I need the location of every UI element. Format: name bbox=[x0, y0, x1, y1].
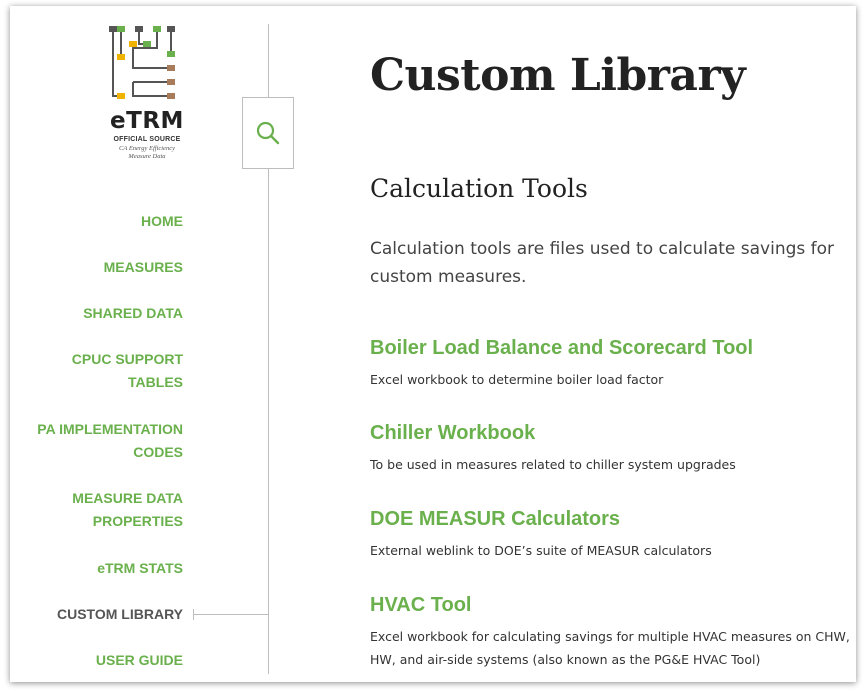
tool-item: HVAC Tool Excel workbook for calculating… bbox=[370, 593, 850, 671]
tool-item: Boiler Load Balance and Scorecard Tool E… bbox=[370, 336, 850, 391]
tool-description: Excel workbook to determine boiler load … bbox=[370, 372, 664, 387]
nav-item-user-guide-label[interactable]: USER GUIDE bbox=[96, 649, 183, 672]
nav-item-pa-line2[interactable]: CODES bbox=[133, 441, 183, 464]
nav-item-pa-line1[interactable]: PA IMPLEMENTATION bbox=[37, 418, 183, 441]
page-frame: eTRM OFFICIAL SOURCE CA Energy Efficienc… bbox=[10, 6, 856, 682]
circuit-logo-icon bbox=[109, 26, 175, 99]
etrm-logo[interactable]: eTRM OFFICIAL SOURCE CA Energy Efficienc… bbox=[107, 24, 187, 160]
section-title: Calculation Tools bbox=[370, 174, 588, 203]
section-intro: Calculation tools are files used to calc… bbox=[370, 239, 835, 287]
search-icon bbox=[256, 121, 280, 145]
tool-link[interactable]: Chiller Workbook bbox=[370, 421, 850, 445]
nav-item-measures-label[interactable]: MEASURES bbox=[104, 256, 183, 279]
nav-item-custom-library-label[interactable]: CUSTOM LIBRARY bbox=[57, 603, 183, 626]
search-button[interactable] bbox=[242, 97, 294, 169]
tool-item: DOE MEASUR Calculators External weblink … bbox=[370, 507, 850, 562]
tool-link[interactable]: HVAC Tool bbox=[370, 593, 850, 617]
nav-item-cpuc-line2[interactable]: TABLES bbox=[128, 371, 183, 394]
logo-official-source: OFFICIAL SOURCE bbox=[113, 136, 181, 143]
tool-link[interactable]: DOE MEASUR Calculators bbox=[370, 507, 850, 531]
logo-wordmark: eTRM bbox=[110, 108, 184, 134]
nav-item-cpuc-line1[interactable]: CPUC SUPPORT bbox=[72, 348, 183, 371]
tool-description: To be used in measures related to chille… bbox=[370, 457, 736, 472]
nav-item-shared-data-label[interactable]: SHARED DATA bbox=[83, 302, 183, 325]
active-nav-indicator bbox=[193, 609, 269, 620]
logo-subtitle: CA Energy Efficiency Measure Data bbox=[107, 145, 187, 161]
logo-subtitle-line2: Measure Data bbox=[128, 153, 166, 160]
tool-description: External weblink to DOE’s suite of MEASU… bbox=[370, 543, 712, 558]
tool-item: Chiller Workbook To be used in measures … bbox=[370, 421, 850, 476]
logo-subtitle-line1: CA Energy Efficiency bbox=[119, 145, 175, 152]
nav-item-etrm-stats-label[interactable]: eTRM STATS bbox=[97, 557, 183, 580]
tool-link[interactable]: Boiler Load Balance and Scorecard Tool bbox=[370, 336, 850, 360]
page-title: Custom Library bbox=[370, 50, 746, 101]
nav-item-mdp-line1[interactable]: MEASURE DATA bbox=[72, 487, 183, 510]
nav-item-mdp-line2[interactable]: PROPERTIES bbox=[93, 510, 183, 533]
tool-description: Excel workbook for calculating savings f… bbox=[370, 629, 850, 667]
nav-item-home-label[interactable]: HOME bbox=[141, 210, 183, 233]
